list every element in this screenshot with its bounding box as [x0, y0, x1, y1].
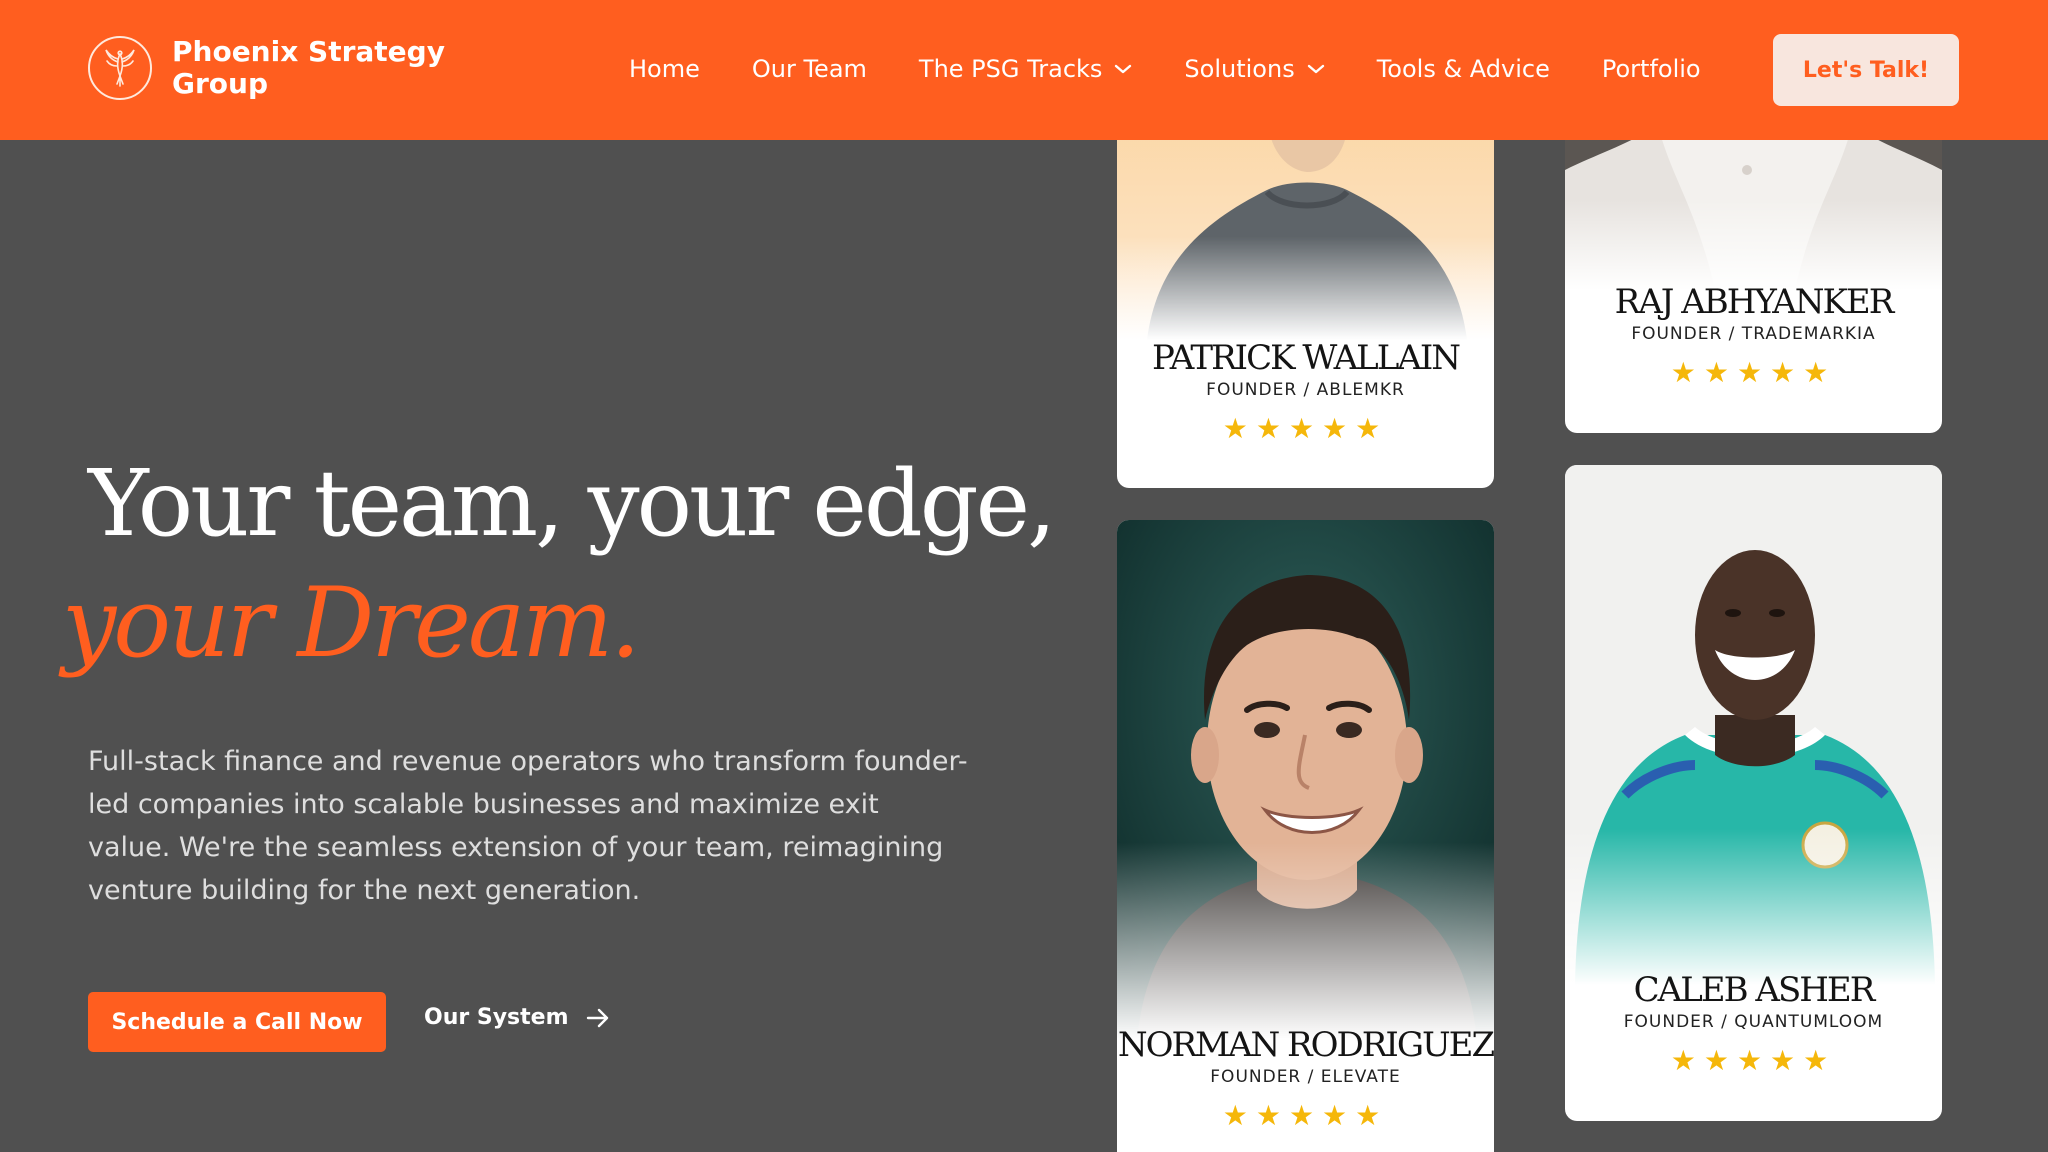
- nav-psg-tracks-label: The PSG Tracks: [918, 55, 1103, 83]
- star-rating: ★★★★★: [1670, 1044, 1837, 1077]
- testimonial-role: FOUNDER / ELEVATE: [1210, 1067, 1401, 1087]
- nav-portfolio-label: Portfolio: [1601, 55, 1701, 83]
- testimonial-caption: CALEB ASHER FOUNDER / QUANTUMLOOM ★★★★★: [1565, 970, 1942, 1077]
- nav-our-team[interactable]: Our Team: [752, 55, 867, 83]
- phoenix-bird-icon: [88, 36, 152, 100]
- our-system-label: Our System: [424, 1005, 569, 1030]
- testimonial-caption: RAJ ABHYANKER FOUNDER / TRADEMARKIA ★★★★…: [1565, 282, 1942, 389]
- star-rating: ★★★★★: [1222, 1099, 1389, 1132]
- hero-description: Full-stack finance and revenue operators…: [88, 746, 968, 906]
- star-rating: ★★★★★: [1670, 356, 1837, 389]
- testimonial-name: NORMAN RODRIGUEZ: [1117, 1025, 1494, 1065]
- nav-tools-advice-label: Tools & Advice: [1376, 55, 1550, 83]
- arrow-right-icon: [585, 1007, 611, 1029]
- testimonial-role: FOUNDER / TRADEMARKIA: [1631, 324, 1876, 344]
- testimonial-card-norman: NORMAN RODRIGUEZ FOUNDER / ELEVATE ★★★★★: [1117, 520, 1494, 1152]
- star-rating: ★★★★★: [1222, 412, 1389, 445]
- chevron-down-icon: [1307, 63, 1325, 75]
- testimonial-card-raj: RAJ ABHYANKER FOUNDER / TRADEMARKIA ★★★★…: [1565, 110, 1942, 433]
- nav-tools-advice[interactable]: Tools & Advice: [1377, 55, 1550, 83]
- nav-our-team-label: Our Team: [751, 55, 867, 83]
- our-system-link[interactable]: Our System: [424, 1005, 611, 1030]
- nav-solutions-label: Solutions: [1184, 55, 1295, 83]
- testimonial-name: PATRICK WALLAIN: [1151, 338, 1461, 378]
- testimonial-card-patrick: PATRICK WALLAIN FOUNDER / ABLEMKR ★★★★★: [1117, 110, 1494, 488]
- main-nav: Home Our Team The PSG Tracks Solutions T…: [629, 52, 1753, 86]
- nav-home[interactable]: Home: [629, 55, 700, 83]
- chevron-down-icon: [1114, 63, 1132, 75]
- testimonial-card-caleb: CALEB ASHER FOUNDER / QUANTUMLOOM ★★★★★: [1565, 465, 1942, 1121]
- schedule-call-button[interactable]: Schedule a Call Now: [88, 992, 386, 1052]
- nav-home-label: Home: [629, 55, 700, 83]
- testimonial-photo: [1565, 465, 1942, 985]
- testimonial-role: FOUNDER / ABLEMKR: [1206, 380, 1405, 400]
- nav-psg-tracks[interactable]: The PSG Tracks: [919, 55, 1133, 83]
- testimonial-name: RAJ ABHYANKER: [1614, 282, 1895, 322]
- hero-headline-accent: your Dream.: [62, 567, 641, 679]
- testimonial-caption: NORMAN RODRIGUEZ FOUNDER / ELEVATE ★★★★★: [1117, 1025, 1494, 1132]
- testimonial-name: CALEB ASHER: [1633, 970, 1876, 1010]
- testimonial-photo: [1117, 110, 1494, 340]
- testimonial-role: FOUNDER / QUANTUMLOOM: [1623, 1012, 1884, 1032]
- brand-logo-link[interactable]: Phoenix Strategy Group: [88, 36, 472, 100]
- site-header: Phoenix Strategy Group Home Our Team The…: [0, 0, 2048, 140]
- brand-name: Phoenix Strategy Group: [172, 35, 445, 100]
- hero-headline: Your team, your edge,: [88, 450, 1056, 557]
- testimonial-photo: [1117, 520, 1494, 1040]
- nav-solutions[interactable]: Solutions: [1184, 55, 1324, 83]
- nav-portfolio[interactable]: Portfolio: [1602, 55, 1701, 83]
- testimonial-caption: PATRICK WALLAIN FOUNDER / ABLEMKR ★★★★★: [1117, 338, 1494, 445]
- lets-talk-button[interactable]: Let's Talk!: [1773, 34, 1959, 106]
